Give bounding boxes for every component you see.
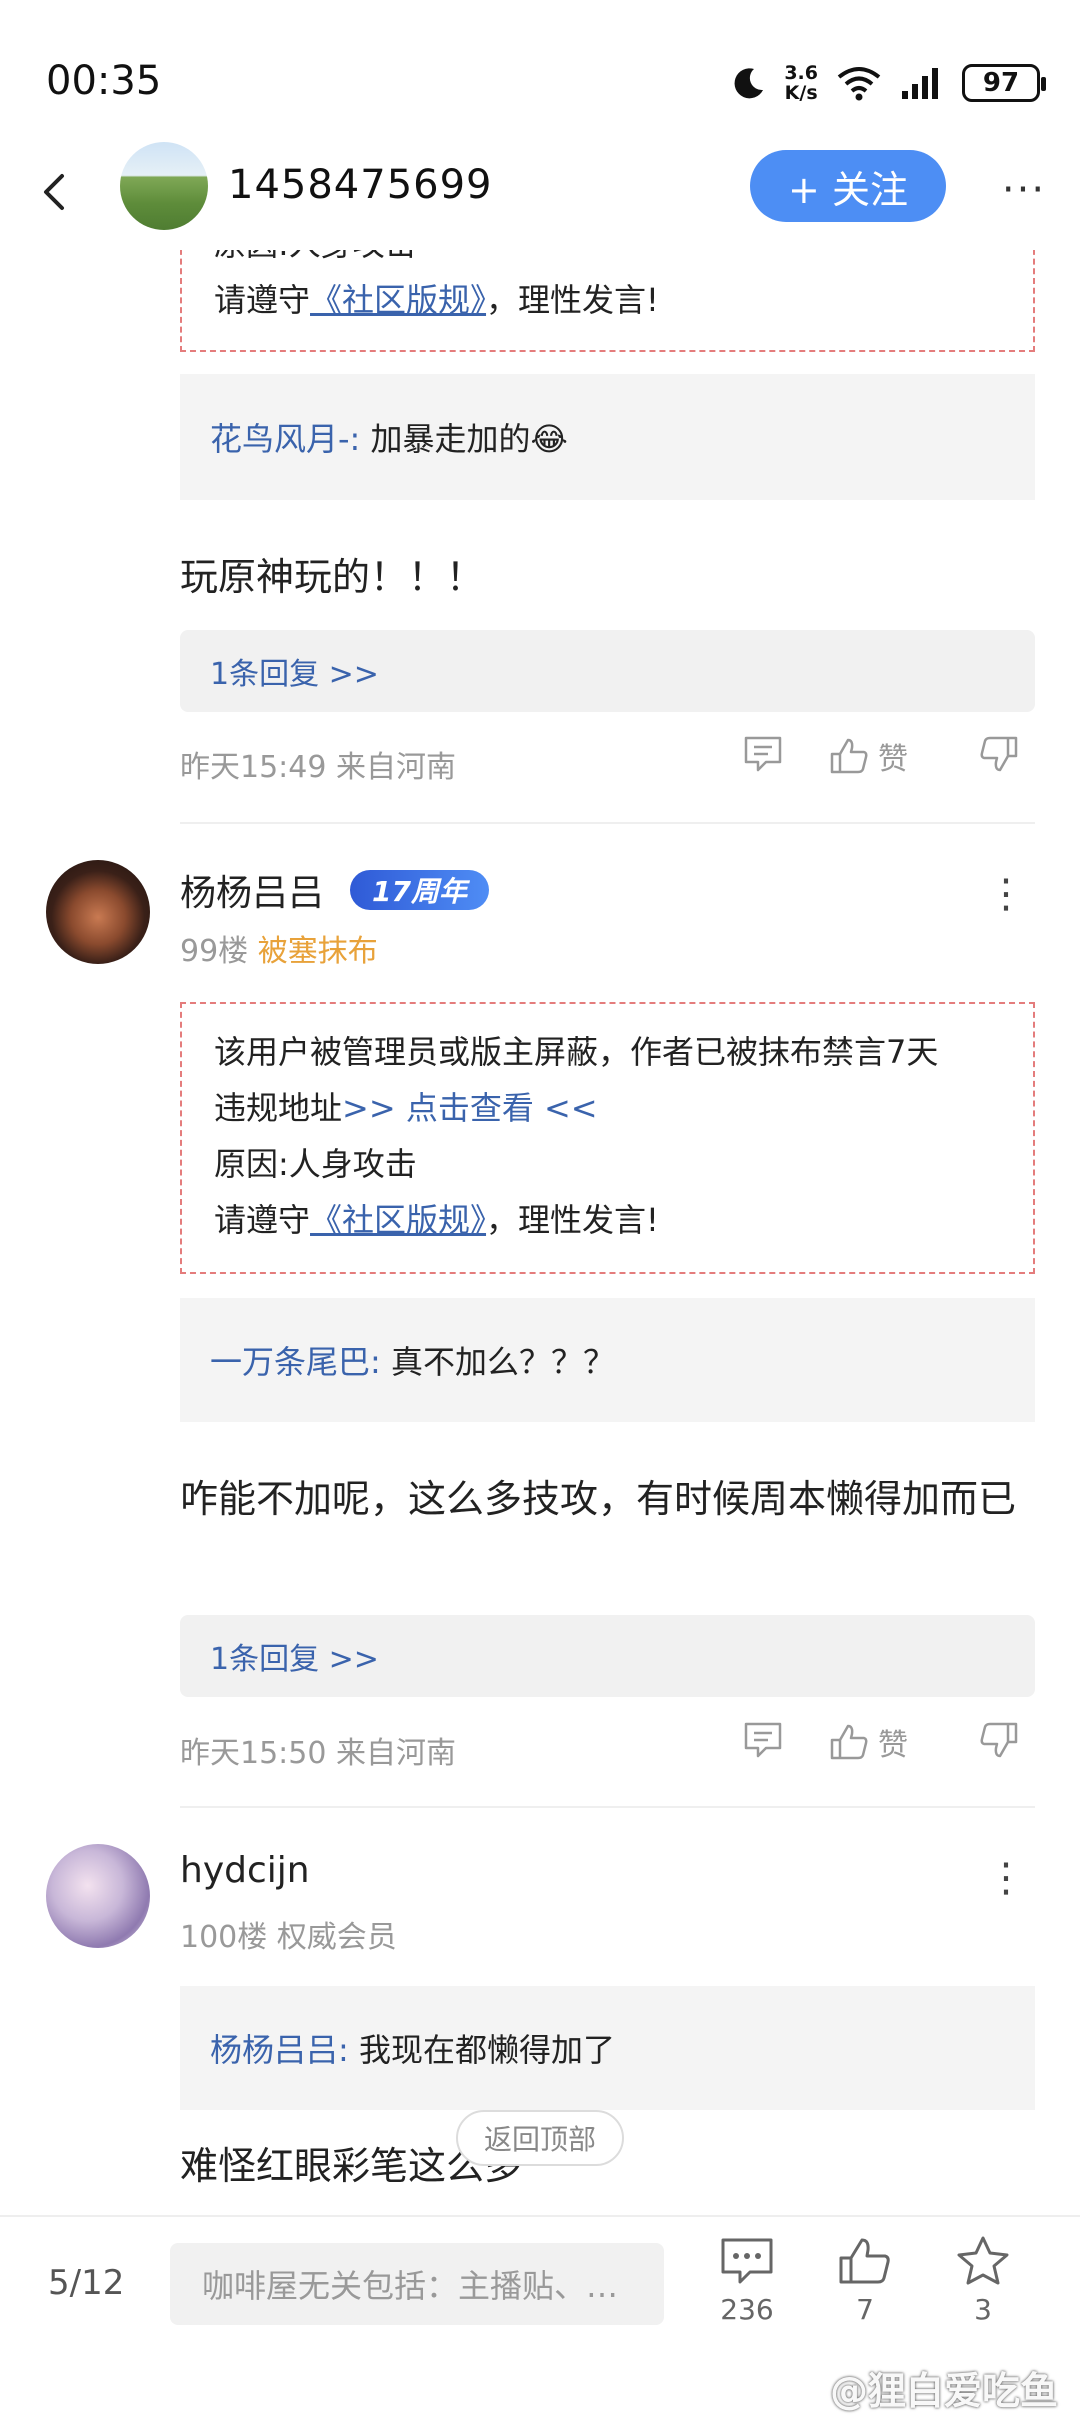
comments-count: 236	[720, 2293, 774, 2326]
more-replies-link[interactable]: 1条回复 >>	[180, 1615, 1035, 1697]
user-avatar[interactable]	[46, 1844, 150, 1948]
thumbs-down-icon	[980, 736, 1018, 772]
floor-info: 99楼 被塞抹布	[180, 934, 378, 969]
reply-text: 加暴走加的😂	[370, 420, 568, 458]
quoted-reply[interactable]: 杨杨吕吕: 我现在都懒得加了	[180, 1986, 1035, 2110]
network-speed: 3.6 K/s	[784, 62, 818, 104]
user-avatar[interactable]	[46, 860, 150, 964]
wifi-icon	[837, 67, 881, 101]
reply-text: 我现在都懒得加了	[358, 2031, 615, 2069]
thumbs-up-icon	[830, 1724, 868, 1760]
status-time: 00:35	[46, 58, 162, 104]
thumbs-down-icon	[980, 1722, 1018, 1758]
more-replies-link[interactable]: 1条回复 >>	[180, 630, 1035, 712]
page-indicator[interactable]: 5/12	[48, 2263, 124, 2303]
comment-icon	[744, 1722, 782, 1758]
comment-list[interactable]: 原因:人身攻击 请遵守《社区版规》，理性发言! 花鸟风月-: 加暴走加的😂 玩原…	[0, 250, 1080, 2215]
likes-count: 7	[856, 2293, 874, 2326]
status-bar: 00:35 3.6 K/s 97	[0, 0, 1080, 150]
comment-more-button[interactable]: ⋮	[986, 864, 1026, 924]
comment-icon	[744, 736, 782, 772]
username[interactable]: 杨杨吕吕	[180, 864, 324, 916]
floor-info: 100楼 权威会员	[180, 1920, 397, 1955]
comment-meta: 昨天15:50 来自河南	[180, 1736, 456, 1771]
reply-author[interactable]: 花鸟风月-:	[210, 414, 360, 460]
like-action[interactable]: 赞	[828, 734, 908, 778]
comment-more-button[interactable]: ⋮	[986, 1848, 1026, 1908]
anniversary-badge: 17周年	[350, 870, 489, 910]
status-icons: 3.6 K/s 97	[732, 58, 1046, 108]
reply-action[interactable]	[742, 734, 784, 774]
reply-author[interactable]: 杨杨吕吕:	[210, 2025, 349, 2071]
thumbs-up-icon	[830, 738, 868, 774]
battery-indicator: 97	[962, 64, 1046, 102]
reply-action[interactable]	[742, 1720, 784, 1760]
thumbs-up-icon	[839, 2238, 890, 2284]
favorite-button[interactable]: 3	[938, 2235, 1028, 2326]
blocked-notice: 该用户被管理员或版主屏蔽，作者已被抹布禁言7天 违规地址>> 点击查看 << 原…	[180, 1002, 1035, 1274]
username[interactable]: hydcijn	[180, 1850, 310, 1891]
violation-link[interactable]: >> 点击查看 <<	[342, 1089, 598, 1127]
back-button[interactable]	[28, 162, 78, 222]
follow-button[interactable]: + 关注	[750, 150, 946, 222]
favorites-count: 3	[974, 2293, 992, 2326]
comment-icon	[721, 2238, 773, 2284]
back-to-top-button[interactable]: 返回顶部	[456, 2110, 624, 2166]
comment-text: 玩原神玩的！！！	[180, 555, 485, 599]
more-options-button[interactable]: ···	[994, 160, 1054, 220]
community-rules-link[interactable]: 《社区版规》	[310, 281, 486, 319]
blocked-notice: 原因:人身攻击 请遵守《社区版规》，理性发言!	[180, 250, 1035, 352]
like-action[interactable]: 赞	[828, 1720, 908, 1764]
author-avatar[interactable]	[120, 142, 208, 230]
user-tag: 权威会员	[276, 1920, 397, 1955]
like-button[interactable]: 7	[820, 2235, 910, 2326]
quoted-reply[interactable]: 一万条尾巴: 真不加么？？？	[180, 1298, 1035, 1422]
thread-header: 1458475699 + 关注 ···	[0, 140, 1080, 250]
comment-text: 咋能不加呢，这么多技攻，有时候周本懒得加而已	[180, 1477, 1017, 1521]
moon-icon	[734, 68, 764, 99]
divider	[180, 822, 1035, 824]
star-icon	[957, 2236, 1009, 2285]
reply-text: 真不加么？？？	[390, 1343, 615, 1381]
signal-icon	[902, 68, 938, 99]
divider	[180, 1806, 1035, 1808]
community-rules-link[interactable]: 《社区版规》	[310, 1201, 486, 1239]
user-tag: 被塞抹布	[257, 934, 378, 969]
comments-button[interactable]: 236	[702, 2235, 792, 2326]
reply-input[interactable]: 咖啡屋无关包括：主播贴、…	[170, 2243, 664, 2325]
reply-author[interactable]: 一万条尾巴:	[210, 1337, 381, 1383]
author-name[interactable]: 1458475699	[228, 162, 493, 208]
dislike-action[interactable]	[978, 734, 1020, 774]
comment-meta: 昨天15:49 来自河南	[180, 750, 456, 785]
chevron-left-icon	[44, 174, 64, 210]
dislike-action[interactable]	[978, 1720, 1020, 1760]
quoted-reply[interactable]: 花鸟风月-: 加暴走加的😂	[180, 374, 1035, 500]
watermark: @狸白爱吃鱼	[829, 2369, 1058, 2413]
